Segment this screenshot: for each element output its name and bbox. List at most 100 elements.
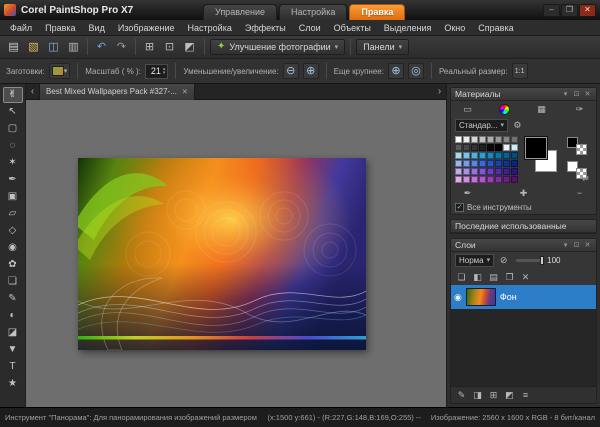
zoom-larger-button[interactable]: ⊕ <box>387 63 404 79</box>
menu-item-11[interactable]: Справка <box>472 22 519 34</box>
flood-fill-tool[interactable]: ▼ <box>3 342 23 358</box>
color-swatch[interactable] <box>471 176 478 183</box>
layer-thumbnail[interactable] <box>465 288 496 306</box>
color-swatch[interactable] <box>487 168 494 175</box>
menu-item-4[interactable]: Изображение <box>112 22 181 34</box>
save-button[interactable]: ◫ <box>44 38 63 56</box>
color-swatch[interactable] <box>479 176 486 183</box>
photo-fix-dropdown[interactable]: ✦ Улучшение фотографии ▾ <box>210 39 346 55</box>
magic-wand-tool[interactable]: ✶ <box>3 155 23 171</box>
menu-item-1[interactable]: Файл <box>4 22 38 34</box>
color-swatch[interactable] <box>503 160 510 167</box>
format-brush-icon[interactable]: ✑ <box>573 103 586 115</box>
layer-row[interactable]: ◉ Фон <box>451 285 596 309</box>
tab-scroll-left-icon[interactable]: ‹ <box>26 84 39 100</box>
color-swatch[interactable] <box>479 160 486 167</box>
new-layer-group-icon[interactable]: ▤ <box>487 271 500 283</box>
recent-panel-header[interactable]: Последние использованные <box>451 220 596 233</box>
color-swatch[interactable] <box>479 168 486 175</box>
menu-item-3[interactable]: Вид <box>83 22 111 34</box>
color-swatch[interactable] <box>511 176 518 183</box>
color-swatch[interactable] <box>479 152 486 159</box>
add-color-icon[interactable]: ✚ <box>517 187 530 199</box>
panel-close-icon[interactable]: ✕ <box>583 91 592 98</box>
opacity-slider[interactable] <box>516 256 545 265</box>
color-swatch[interactable] <box>503 168 510 175</box>
color-swatch[interactable] <box>511 136 518 143</box>
makeover-tool[interactable]: ✿ <box>3 257 23 273</box>
preset-shapes-tool[interactable]: ★ <box>3 376 23 392</box>
more-options-icon[interactable]: ≡ <box>519 389 532 401</box>
palette-settings-icon[interactable]: ⚙ <box>511 120 524 132</box>
color-swatch[interactable] <box>471 144 478 151</box>
color-swatch[interactable] <box>487 136 494 143</box>
panel-close-icon[interactable]: ✕ <box>583 242 592 249</box>
clone-tool[interactable]: ❏ <box>3 274 23 290</box>
color-swatch[interactable] <box>479 144 486 151</box>
panel-menu-icon[interactable]: ▾ <box>561 91 570 98</box>
eraser-tool[interactable]: ◪ <box>3 325 23 341</box>
palettes-button[interactable]: ◩ <box>180 38 199 56</box>
new-image-button[interactable]: ▤ <box>4 38 23 56</box>
foreground-texture-swatch[interactable] <box>576 144 587 155</box>
edit-selectively-icon[interactable]: ✎ <box>455 389 468 401</box>
pan-tool[interactable]: ✌ <box>2 87 23 103</box>
print-button[interactable]: ▥ <box>64 38 83 56</box>
tab-scroll-right-icon[interactable]: › <box>433 84 446 100</box>
color-swatch[interactable] <box>495 136 502 143</box>
crop-tool[interactable]: ▣ <box>3 189 23 205</box>
color-swatch[interactable] <box>495 176 502 183</box>
zoom-spinner[interactable]: 21 ▴ ▾ <box>144 63 169 79</box>
color-swatch[interactable] <box>503 176 510 183</box>
screen-capture-button[interactable]: ⊡ <box>160 38 179 56</box>
text-tool[interactable]: T <box>3 359 23 375</box>
color-swatch[interactable] <box>511 168 518 175</box>
all-tools-checkbox[interactable]: ✓ <box>455 203 464 212</box>
minimize-button[interactable]: – <box>543 3 560 17</box>
pick-tool[interactable]: ↖ <box>3 104 23 120</box>
spinner-arrows-icon[interactable]: ▴ ▾ <box>163 67 166 76</box>
blend-ranges-icon[interactable]: ◨ <box>471 389 484 401</box>
color-swatch[interactable] <box>503 136 510 143</box>
actual-size-button[interactable]: 1:1 <box>511 63 528 79</box>
color-swatch[interactable] <box>495 144 502 151</box>
presets-dropdown[interactable]: ▾ <box>48 63 71 79</box>
panel-float-icon[interactable]: ⊡ <box>572 91 581 98</box>
color-swatch[interactable] <box>503 144 510 151</box>
undo-button[interactable]: ↶ <box>92 38 111 56</box>
resize-button[interactable]: ⊞ <box>140 38 159 56</box>
color-swatch[interactable] <box>463 136 470 143</box>
color-swatch[interactable] <box>511 152 518 159</box>
rainbow-tab-icon[interactable] <box>499 103 510 115</box>
layer-styles-icon[interactable]: ◩ <box>503 389 516 401</box>
menu-item-5[interactable]: Настройка <box>182 22 238 34</box>
tab-close-icon[interactable]: ✕ <box>182 88 188 96</box>
color-swatch[interactable] <box>455 144 462 151</box>
lock-transparency-icon[interactable]: ⊘ <box>497 255 510 267</box>
color-swatch[interactable] <box>463 168 470 175</box>
freehand-selection-tool[interactable]: ◌ <box>3 138 23 154</box>
workspace-tab-2[interactable]: Настройка <box>279 4 348 20</box>
color-swatch[interactable] <box>495 160 502 167</box>
opacity-slider-knob[interactable] <box>540 256 545 265</box>
zoom-in-button[interactable]: ⊕ <box>302 63 319 79</box>
new-mask-layer-icon[interactable]: ◧ <box>471 271 484 283</box>
color-swatch[interactable] <box>503 152 510 159</box>
color-swatch[interactable] <box>455 136 462 143</box>
foreground-color-swatch[interactable] <box>525 137 547 159</box>
document-tab[interactable]: Best Mixed Wallpapers Pack #327-... ✕ <box>39 83 195 100</box>
color-swatch[interactable] <box>471 136 478 143</box>
menu-item-7[interactable]: Слои <box>293 22 327 34</box>
panels-dropdown[interactable]: Панели ▾ <box>356 39 410 55</box>
link-layers-icon[interactable]: ⊞ <box>487 389 500 401</box>
zoom-fit-button[interactable]: ◎ <box>407 63 424 79</box>
color-swatch[interactable] <box>463 144 470 151</box>
menu-item-10[interactable]: Окно <box>438 22 471 34</box>
open-image[interactable] <box>78 158 366 350</box>
color-swatch[interactable] <box>455 168 462 175</box>
close-button[interactable]: ✕ <box>579 3 596 17</box>
color-swatch[interactable] <box>479 136 486 143</box>
color-swatch[interactable] <box>471 152 478 159</box>
paint-brush-tool[interactable]: ✎ <box>3 291 23 307</box>
color-swatch[interactable] <box>487 144 494 151</box>
